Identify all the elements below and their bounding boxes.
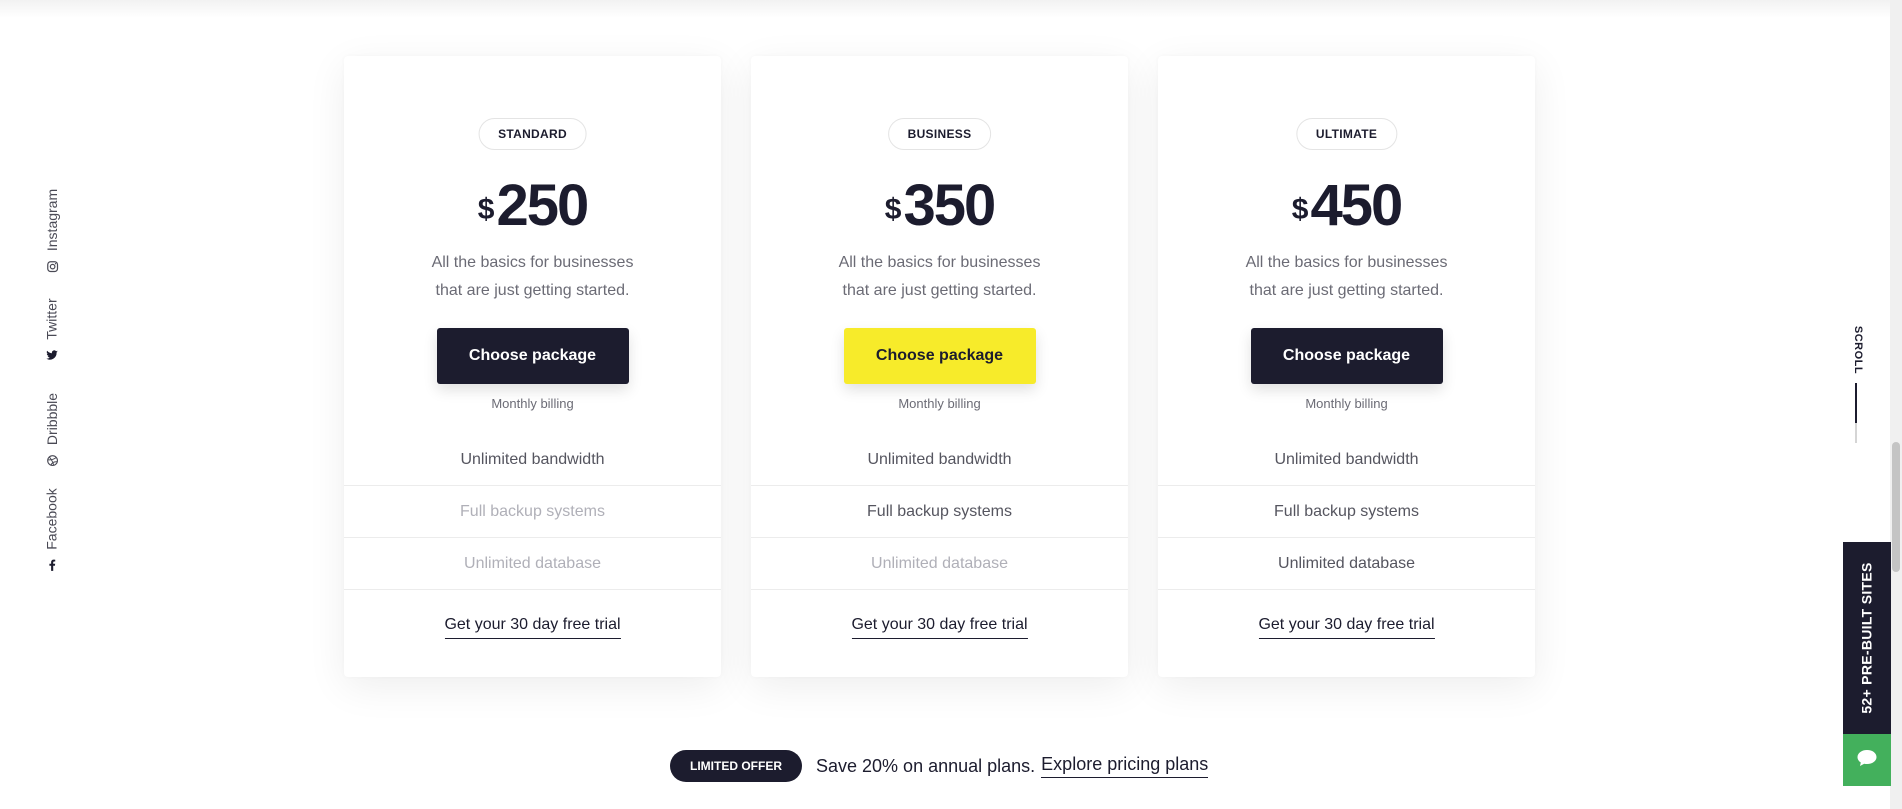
billing-period: Monthly billing (1305, 396, 1388, 411)
plan-price: $250 (344, 174, 721, 238)
facebook-icon (45, 558, 59, 572)
free-trial-link[interactable]: Get your 30 day free trial (851, 616, 1028, 639)
description-line: that are just getting started. (1249, 282, 1444, 299)
page: Instagram Twitter Dribbble Facebook SCRO… (0, 0, 1902, 809)
description-line: that are just getting started. (842, 282, 1037, 299)
twitter-icon (45, 348, 59, 362)
feature-item: Unlimited database (344, 538, 721, 590)
plan-description: All the basics for businesses that are j… (1158, 249, 1535, 305)
limited-offer-badge: LIMITED OFFER (670, 750, 802, 782)
feature-item: Unlimited bandwidth (344, 434, 721, 486)
instagram-icon (45, 259, 59, 273)
feature-list: Unlimited bandwidth Full backup systems … (751, 434, 1128, 590)
pricing-card-business: BUSINESS $350 All the basics for busines… (751, 56, 1128, 677)
plan-badge: BUSINESS (887, 118, 992, 150)
scroll-line-track (1855, 423, 1857, 443)
price-amount: 250 (496, 173, 589, 238)
description-line: that are just getting started. (435, 282, 630, 299)
pricing-card-ultimate: ULTIMATE $450 All the basics for busines… (1158, 56, 1535, 677)
currency-symbol: $ (477, 193, 495, 226)
prebuilt-sites-tab[interactable]: 52+ PRE-BUILT SITES (1843, 542, 1891, 734)
feature-item: Unlimited bandwidth (751, 434, 1128, 486)
free-trial-link[interactable]: Get your 30 day free trial (444, 616, 621, 639)
top-shadow (0, 0, 1902, 18)
social-label: Dribbble (44, 392, 61, 446)
feature-item: Unlimited database (751, 538, 1128, 590)
feature-item: Full backup systems (751, 486, 1128, 538)
plan-price: $450 (1158, 174, 1535, 238)
plan-badge: ULTIMATE (1295, 118, 1398, 150)
prebuilt-sites-label: 52+ PRE-BUILT SITES (1859, 562, 1875, 714)
choose-package-button[interactable]: Choose package (843, 328, 1036, 384)
feature-item: Full backup systems (344, 486, 721, 538)
feature-list: Unlimited bandwidth Full backup systems … (1158, 434, 1535, 590)
social-link-instagram[interactable]: Instagram (32, 176, 72, 286)
social-link-dribbble[interactable]: Dribbble (32, 375, 72, 485)
chat-button[interactable] (1843, 734, 1891, 786)
scrollbar-thumb[interactable] (1892, 442, 1900, 572)
choose-package-button[interactable]: Choose package (436, 328, 629, 384)
social-label: Twitter (44, 298, 61, 340)
plan-description: All the basics for businesses that are j… (751, 249, 1128, 305)
plan-description: All the basics for businesses that are j… (344, 249, 721, 305)
social-link-facebook[interactable]: Facebook (32, 475, 72, 585)
currency-symbol: $ (1291, 193, 1309, 226)
price-amount: 350 (903, 173, 996, 238)
billing-period: Monthly billing (898, 396, 981, 411)
feature-item: Unlimited database (1158, 538, 1535, 590)
plan-badge: STANDARD (478, 118, 587, 150)
description-line: All the basics for businesses (431, 254, 634, 271)
feature-item: Full backup systems (1158, 486, 1535, 538)
free-trial-link[interactable]: Get your 30 day free trial (1258, 616, 1435, 639)
billing-period: Monthly billing (491, 396, 574, 411)
social-link-twitter[interactable]: Twitter (32, 275, 72, 385)
feature-item: Unlimited bandwidth (1158, 434, 1535, 486)
price-amount: 450 (1310, 173, 1403, 238)
chat-icon (1856, 749, 1878, 772)
social-label: Facebook (44, 488, 61, 550)
scroll-line (1855, 383, 1857, 423)
description-line: All the basics for businesses (838, 254, 1041, 271)
pricing-card-standard: STANDARD $250 All the basics for busines… (344, 56, 721, 677)
limited-offer-bar: LIMITED OFFER Save 20% on annual plans. … (670, 750, 1209, 782)
offer-text: Save 20% on annual plans. (816, 755, 1036, 776)
scrollbar-track[interactable] (1890, 0, 1902, 809)
dribbble-icon (45, 453, 59, 467)
description-line: All the basics for businesses (1245, 254, 1448, 271)
plan-price: $350 (751, 174, 1128, 238)
choose-package-button[interactable]: Choose package (1250, 328, 1443, 384)
currency-symbol: $ (884, 193, 902, 226)
social-label: Instagram (44, 188, 60, 252)
scroll-label: SCROLL (1852, 325, 1865, 375)
scroll-indicator: SCROLL (1838, 320, 1878, 380)
feature-list: Unlimited bandwidth Full backup systems … (344, 434, 721, 590)
explore-pricing-link[interactable]: Explore pricing plans (1041, 754, 1209, 778)
